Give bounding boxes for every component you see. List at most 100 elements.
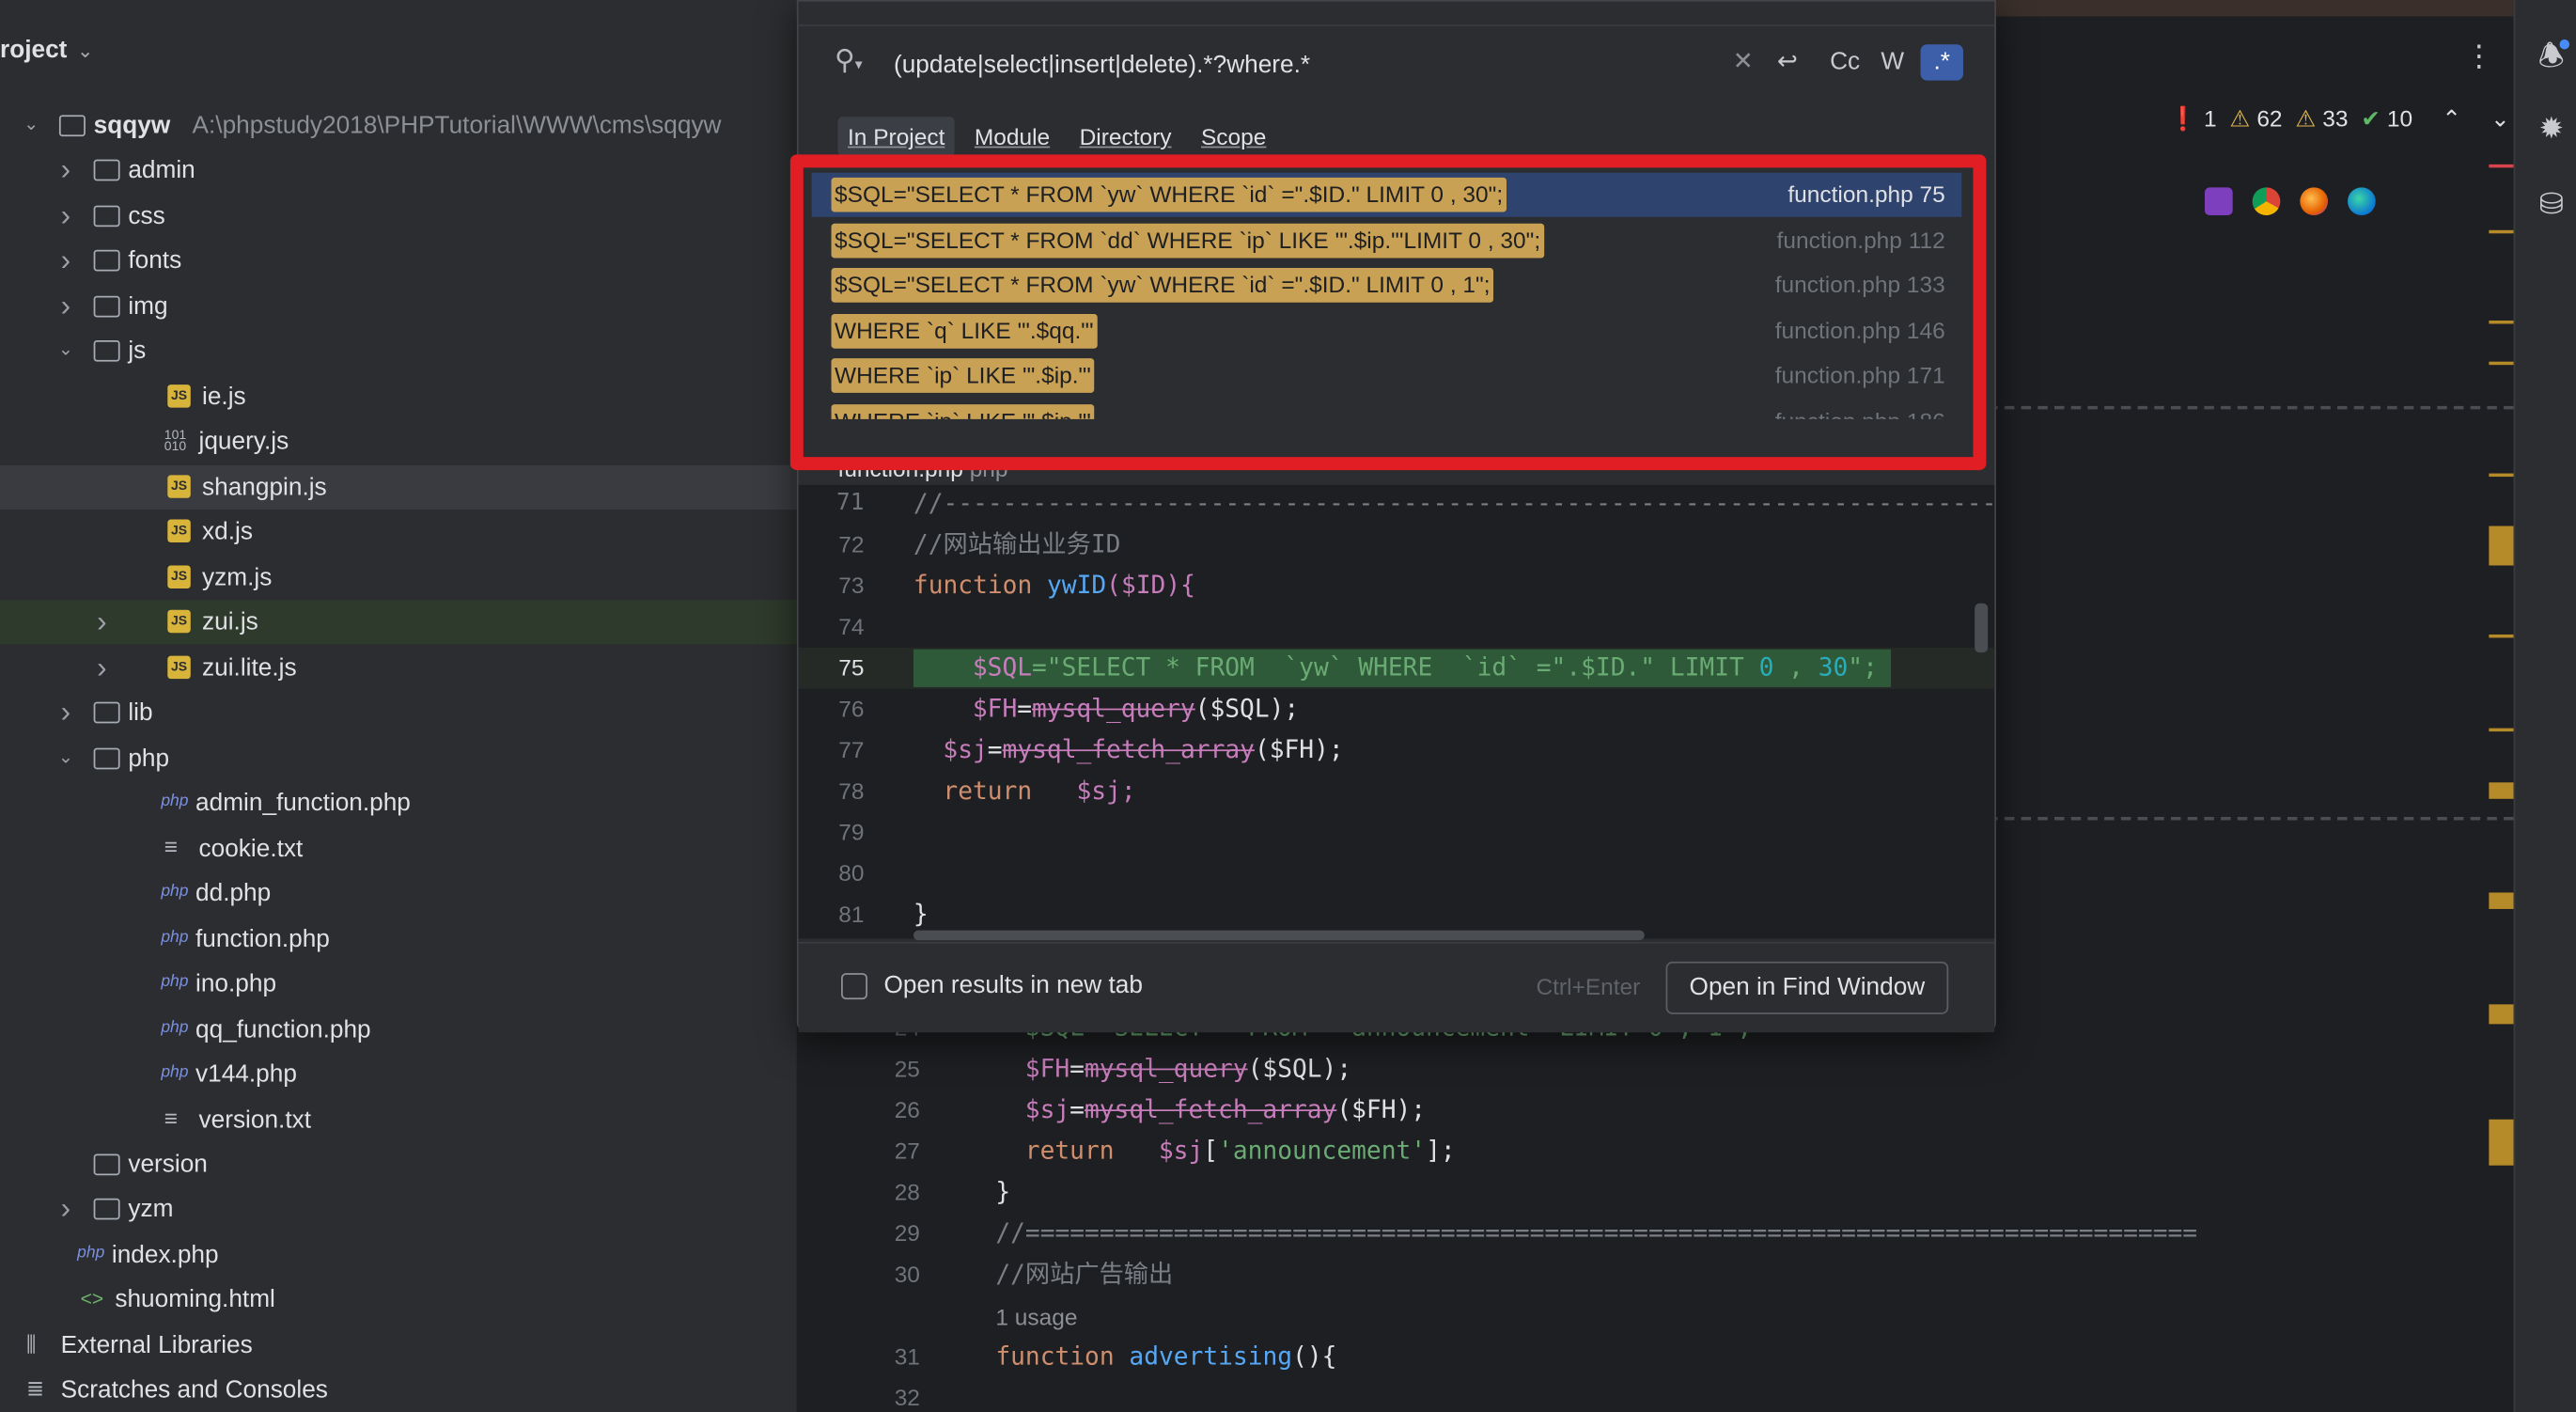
tab-module[interactable]: Module <box>964 117 1059 156</box>
tree-item-function-php[interactable]: php function.php <box>0 918 797 962</box>
new-line-icon[interactable]: ↩ <box>1771 44 1803 80</box>
tab-in-project[interactable]: In Project <box>837 117 955 157</box>
search-result-row[interactable]: $SQL="SELECT * FROM `yw` WHERE `id` =".$… <box>812 263 1962 307</box>
preview-horizontal-scrollbar[interactable] <box>913 930 1645 941</box>
tab-scope[interactable]: Scope <box>1191 117 1275 156</box>
project-title-label: roject <box>0 36 68 65</box>
preview-line-81: } <box>913 899 929 929</box>
tree-item-yzm[interactable]: › yzm <box>0 1186 797 1231</box>
chevron-right-icon[interactable]: › <box>55 284 77 328</box>
chevron-right-icon[interactable]: › <box>55 239 77 283</box>
project-panel-title[interactable]: roject ⌄ <box>0 36 94 78</box>
preview-line-72: //网站输出业务ID <box>913 529 1121 559</box>
warning-marker[interactable] <box>2489 526 2514 566</box>
tree-item-label: External Libraries <box>60 1331 253 1360</box>
firefox-icon[interactable] <box>2300 187 2329 216</box>
warning-marker[interactable] <box>2489 361 2514 366</box>
tree-item-admin[interactable]: › admin <box>0 148 797 192</box>
tree-item-dd-php[interactable]: php dd.php <box>0 871 797 916</box>
search-result-row[interactable]: $SQL="SELECT * FROM `dd` WHERE `ip` LIKE… <box>812 218 1962 262</box>
usage-hint[interactable]: 1 usage <box>995 1297 1077 1339</box>
popup-title-bar[interactable] <box>798 1 1995 26</box>
match-case-toggle[interactable]: Cc <box>1823 44 1866 80</box>
open-in-find-window-button[interactable]: Open in Find Window <box>1665 961 1949 1014</box>
preview-vertical-scrollbar[interactable] <box>1975 603 1989 653</box>
tree-item-xd-js[interactable]: JS xd.js <box>0 510 797 554</box>
tree-item-ino-php[interactable]: php ino.php <box>0 962 797 1006</box>
search-input[interactable] <box>890 40 1686 87</box>
tree-item-label: version.txt <box>198 1106 312 1135</box>
chevron-right-icon[interactable]: › <box>55 1186 77 1231</box>
tree-item-version-txt[interactable]: ≡ version.txt <box>0 1098 797 1142</box>
tree-item-scratches-and-consoles[interactable]: ≣ Scratches and Consoles <box>0 1368 797 1412</box>
chevron-down-icon[interactable]: ⌄ <box>77 39 94 62</box>
code-preview[interactable]: 71 //-----------------------------------… <box>798 484 1995 939</box>
warning-marker[interactable] <box>2489 782 2514 799</box>
search-result-row[interactable]: WHERE `ip` LIKE '".$ip."' function.php 18… <box>812 399 1962 419</box>
warning-marker[interactable] <box>2489 473 2514 478</box>
tree-item-zui-js[interactable]: › JS zui.js <box>0 600 797 645</box>
warning-marker[interactable] <box>2489 728 2514 732</box>
tree-item-shangpin-js[interactable]: JS shangpin.js <box>0 464 797 510</box>
chevron-right-icon[interactable]: › <box>55 690 77 734</box>
tree-item-label: yzm.js <box>202 563 273 592</box>
chevron-down-icon[interactable]: ⌄ <box>20 103 42 148</box>
warning-marker[interactable] <box>2489 1004 2514 1025</box>
ai-assistant-icon[interactable]: ✹ <box>2534 112 2569 147</box>
edge-icon[interactable] <box>2348 187 2376 216</box>
tree-item-ie-js[interactable]: JS ie.js <box>0 375 797 419</box>
warning-marker[interactable] <box>2489 229 2514 234</box>
chevron-right-icon[interactable]: › <box>55 148 77 192</box>
chevron-right-icon[interactable]: › <box>90 646 113 690</box>
folder-icon <box>93 205 120 227</box>
error-marker[interactable] <box>2489 164 2514 168</box>
chevron-down-icon[interactable]: ⌄ <box>2490 105 2510 132</box>
tree-item-admin-function-php[interactable]: php admin_function.php <box>0 781 797 825</box>
tree-item-external-libraries[interactable]: ⫼ External Libraries <box>0 1324 797 1368</box>
warning-marker[interactable] <box>2489 1119 2514 1166</box>
search-icon[interactable]: ⚲▾ <box>835 44 870 80</box>
database-icon[interactable]: ⛁ <box>2534 187 2569 222</box>
regex-toggle[interactable]: .* <box>1920 44 1963 81</box>
tree-item-yzm-js[interactable]: JS yzm.js <box>0 556 797 600</box>
tree-item-js[interactable]: ⌄ js <box>0 329 797 373</box>
tree-item-php[interactable]: ⌄ php <box>0 736 797 780</box>
tree-item-qq-function-php[interactable]: php qq_function.php <box>0 1008 797 1052</box>
shortcut-hint: Ctrl+Enter <box>1536 973 1641 1000</box>
tree-item-css[interactable]: › css <box>0 194 797 238</box>
chevron-up-icon[interactable]: ⌃ <box>2442 105 2461 132</box>
clear-icon[interactable]: ✕ <box>1731 44 1754 80</box>
more-options-icon[interactable]: ⋮ <box>2464 39 2493 74</box>
tree-item-jquery-js[interactable]: 101 010 jquery.js <box>0 419 797 463</box>
tree-item-index-php[interactable]: php index.php <box>0 1232 797 1277</box>
chevron-down-icon[interactable]: ⌄ <box>55 736 77 780</box>
inspection-widget[interactable]: ❗ 1 ⚠ 62 ⚠ 33 ✔ 10 ⌃ ⌄ <box>2168 105 2516 138</box>
open-new-tab-label[interactable]: Open results in new tab <box>883 971 1142 999</box>
search-result-row[interactable]: WHERE `ip` LIKE '".$ip."' function.php 17… <box>812 353 1962 398</box>
search-result-row[interactable]: WHERE `q` LIKE '".$qq."' function.php 146 <box>812 308 1962 353</box>
warning-marker[interactable] <box>2489 320 2514 324</box>
tree-item-cookie-txt[interactable]: ≡ cookie.txt <box>0 827 797 871</box>
tree-item-fonts[interactable]: › fonts <box>0 239 797 283</box>
tree-item-lib[interactable]: › lib <box>0 690 797 734</box>
tab-directory[interactable]: Directory <box>1069 117 1181 156</box>
chevron-right-icon[interactable]: › <box>90 600 113 644</box>
warning-marker[interactable] <box>2489 634 2514 638</box>
tree-item-version[interactable]: version <box>0 1142 797 1186</box>
tree-item-zui-lite-js[interactable]: › JS zui.lite.js <box>0 646 797 690</box>
search-results-list[interactable]: $SQL="SELECT * FROM `yw` WHERE `id` =".$… <box>811 172 1972 419</box>
tree-item-sqqyw[interactable]: ⌄ sqqyw A:\phpstudy2018\PHPTutorial\WWW\cm… <box>0 103 797 148</box>
tree-item-v144-php[interactable]: php v144.php <box>0 1052 797 1096</box>
chrome-icon[interactable] <box>2252 187 2281 216</box>
line-number: 75 <box>838 653 865 681</box>
warning-marker[interactable] <box>2489 892 2514 909</box>
phpstorm-icon[interactable] <box>2204 187 2233 216</box>
open-new-tab-checkbox[interactable] <box>841 973 867 1000</box>
tree-item-img[interactable]: › img <box>0 284 797 328</box>
whole-words-toggle[interactable]: W <box>1876 44 1909 80</box>
search-result-row[interactable]: $SQL="SELECT * FROM `yw` WHERE `id` =".$… <box>811 172 1962 217</box>
tree-item-shuoming-html[interactable]: <> shuoming.html <box>0 1278 797 1322</box>
chevron-right-icon[interactable]: › <box>55 194 77 238</box>
popup-footer: Open results in new tab Ctrl+Enter Open … <box>798 941 1995 1033</box>
chevron-down-icon[interactable]: ⌄ <box>55 329 77 373</box>
